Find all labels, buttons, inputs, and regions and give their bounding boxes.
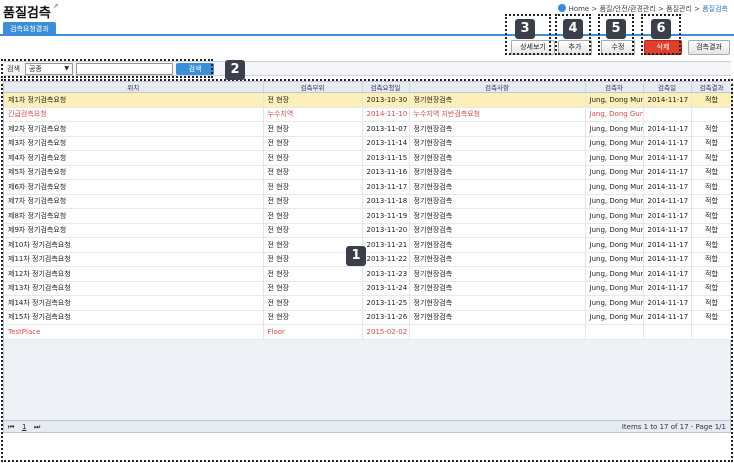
breadcrumb-level-2[interactable]: 품질관리 (666, 5, 692, 13)
breadcrumb-current: 품질검측 (702, 5, 728, 13)
callout-badge-1: 1 (346, 246, 366, 266)
breadcrumb-level-1[interactable]: 품질/안전/환경관리 (600, 5, 656, 13)
page: 품질검측 ⇗ Home > 품질/안전/환경관리 > 품질관리 > 품질검측 검측… (0, 0, 734, 463)
callout-badge-2: 2 (225, 60, 245, 80)
callout-badge-6: 6 (651, 19, 671, 39)
tab-inspection-result[interactable]: 검측요청결과 (3, 22, 56, 36)
callout-badge-4: 4 (563, 19, 583, 39)
callout-grid (1, 79, 733, 462)
breadcrumb-home[interactable]: Home (569, 5, 590, 13)
home-icon[interactable] (557, 4, 566, 12)
page-title: 품질검측 ⇗ (3, 2, 60, 21)
breadcrumb: Home > 품질/안전/환경관리 > 품질관리 > 품질검측 (557, 4, 728, 14)
callout-badge-3: 3 (515, 19, 535, 39)
inspection-result-button[interactable]: 검측결과 (688, 40, 730, 55)
callout-search (1, 59, 213, 78)
page-title-text: 품질검측 (3, 6, 51, 21)
pin-icon[interactable]: ⇗ (53, 2, 60, 10)
breadcrumb-sep: > (589, 5, 600, 13)
breadcrumb-sep: > (655, 5, 667, 13)
breadcrumb-sep: > (691, 5, 703, 13)
callout-badge-5: 5 (606, 19, 626, 39)
